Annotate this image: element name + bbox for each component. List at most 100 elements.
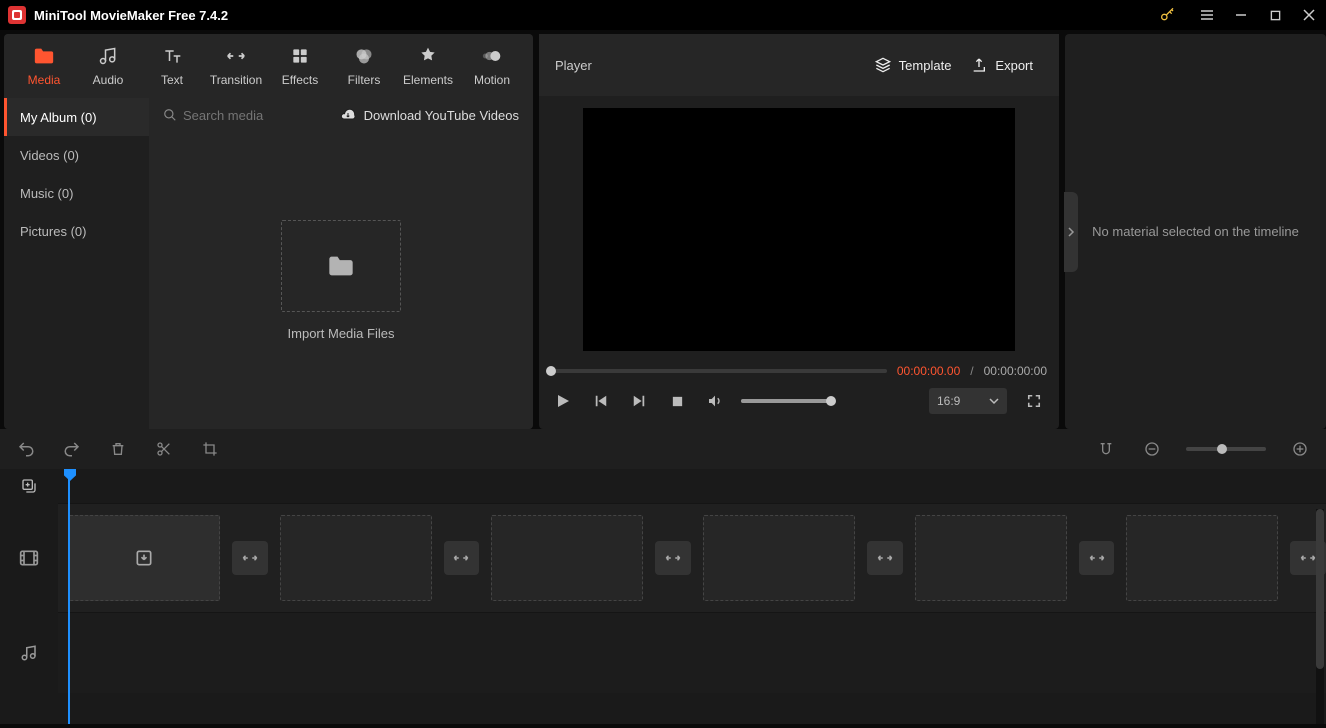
crop-button[interactable]	[198, 437, 222, 461]
stop-button[interactable]	[665, 389, 689, 413]
volume-thumb[interactable]	[826, 396, 836, 406]
app-title: MiniTool MovieMaker Free 7.4.2	[34, 8, 1150, 23]
transition-slot[interactable]	[232, 541, 268, 575]
media-panel: Media AudioText Transition Effects Filters El…	[4, 34, 533, 429]
next-frame-button[interactable]	[627, 389, 651, 413]
download-icon	[134, 548, 154, 568]
chevron-down-icon	[989, 396, 999, 406]
app-logo	[8, 6, 26, 24]
clip-slot[interactable]	[491, 515, 643, 601]
tab-label: Filters	[348, 73, 381, 87]
timeline-scrollbar-thumb[interactable]	[1316, 509, 1324, 669]
clip-slot[interactable]	[703, 515, 855, 601]
tab-label: Media	[28, 73, 61, 87]
tab-label: Elements	[403, 73, 453, 87]
timeline-scrollbar[interactable]	[1316, 509, 1324, 724]
motion-icon	[482, 45, 502, 67]
aspect-ratio-select[interactable]: 16:9	[929, 388, 1007, 414]
transition-slot[interactable]	[655, 541, 691, 575]
template-button[interactable]: Template	[865, 57, 962, 73]
properties-empty-text: No material selected on the timeline	[1092, 224, 1299, 239]
import-media-dropzone[interactable]	[281, 220, 401, 312]
undo-button[interactable]	[14, 437, 38, 461]
clip-slot[interactable]	[280, 515, 432, 601]
tab-motion[interactable]: Motion	[460, 34, 524, 98]
search-input[interactable]	[183, 108, 303, 123]
maximize-button[interactable]	[1258, 0, 1292, 30]
cloud-download-icon	[340, 107, 356, 123]
tab-effects[interactable]: Effects	[268, 34, 332, 98]
timeline-gutter	[0, 469, 58, 724]
minimize-button[interactable]	[1224, 0, 1258, 30]
timeline-tracks[interactable]	[58, 469, 1326, 724]
clip-slot[interactable]	[915, 515, 1067, 601]
titlebar: MiniTool MovieMaker Free 7.4.2	[0, 0, 1326, 30]
audio-track[interactable]	[58, 613, 1326, 693]
tab-label: Effects	[282, 73, 318, 87]
license-key-icon[interactable]	[1150, 0, 1184, 30]
scrub-track[interactable]	[551, 369, 887, 373]
transition-slot[interactable]	[867, 541, 903, 575]
tab-text[interactable]: Text	[140, 34, 204, 98]
add-track-button[interactable]	[0, 469, 58, 503]
top-tabs: Media AudioText Transition Effects Filters El…	[4, 34, 533, 98]
delete-button[interactable]	[106, 437, 130, 461]
chevron-right-icon	[1067, 227, 1075, 237]
time-separator: /	[970, 364, 973, 378]
volume-button[interactable]	[703, 389, 727, 413]
properties-panel: No material selected on the timeline	[1065, 34, 1326, 429]
transition-icon	[225, 45, 247, 67]
split-button[interactable]	[152, 437, 176, 461]
text-icon	[162, 45, 182, 67]
tab-media[interactable]: Media	[12, 34, 76, 98]
snap-button[interactable]	[1094, 437, 1118, 461]
import-media-label: Import Media Files	[288, 326, 395, 341]
elements-icon	[418, 45, 438, 67]
prev-frame-button[interactable]	[589, 389, 613, 413]
play-button[interactable]	[551, 389, 575, 413]
zoom-thumb[interactable]	[1217, 444, 1227, 454]
sidebar-item-music-0[interactable]: Music (0)	[4, 174, 149, 212]
search-icon	[163, 108, 177, 122]
download-youtube-button[interactable]: Download YouTube Videos	[340, 107, 519, 123]
transition-icon	[452, 551, 470, 565]
transition-slot[interactable]	[444, 541, 480, 575]
zoom-in-button[interactable]	[1288, 437, 1312, 461]
transition-icon	[1088, 551, 1106, 565]
aspect-ratio-value: 16:9	[937, 394, 960, 408]
audio-track-icon	[0, 613, 58, 693]
folder-icon	[33, 45, 55, 67]
sidebar-item-my-album-0[interactable]: My Album (0)	[4, 98, 149, 136]
tab-transition[interactable]: Transition	[204, 34, 268, 98]
redo-button[interactable]	[60, 437, 84, 461]
sidebar-item-pictures-0[interactable]: Pictures (0)	[4, 212, 149, 250]
clip-slot[interactable]	[1126, 515, 1278, 601]
search-input-wrap[interactable]	[163, 108, 303, 123]
export-label: Export	[995, 58, 1033, 73]
zoom-out-button[interactable]	[1140, 437, 1164, 461]
sidebar-item-videos-0[interactable]: Videos (0)	[4, 136, 149, 174]
tab-elements[interactable]: Elements	[396, 34, 460, 98]
close-button[interactable]	[1292, 0, 1326, 30]
tab-filters[interactable]: Filters	[332, 34, 396, 98]
fullscreen-button[interactable]	[1021, 388, 1047, 414]
video-preview[interactable]	[583, 108, 1015, 351]
tab-audio[interactable]: Audio	[76, 34, 140, 98]
scrub-thumb[interactable]	[546, 366, 556, 376]
music-icon	[98, 45, 118, 67]
filters-icon	[354, 45, 374, 67]
export-button[interactable]: Export	[961, 57, 1043, 73]
zoom-slider[interactable]	[1186, 447, 1266, 451]
menu-icon[interactable]	[1190, 0, 1224, 30]
volume-slider[interactable]	[741, 399, 831, 403]
effects-icon	[290, 45, 310, 67]
tab-label: Transition	[210, 73, 262, 87]
timeline-ruler[interactable]	[58, 469, 1326, 503]
clip-slot[interactable]	[68, 515, 220, 601]
video-track[interactable]	[58, 503, 1326, 613]
transition-slot[interactable]	[1079, 541, 1115, 575]
transition-icon	[664, 551, 682, 565]
playhead[interactable]	[68, 469, 70, 724]
timeline-toolbar	[0, 429, 1326, 469]
properties-collapse-button[interactable]	[1064, 192, 1078, 272]
